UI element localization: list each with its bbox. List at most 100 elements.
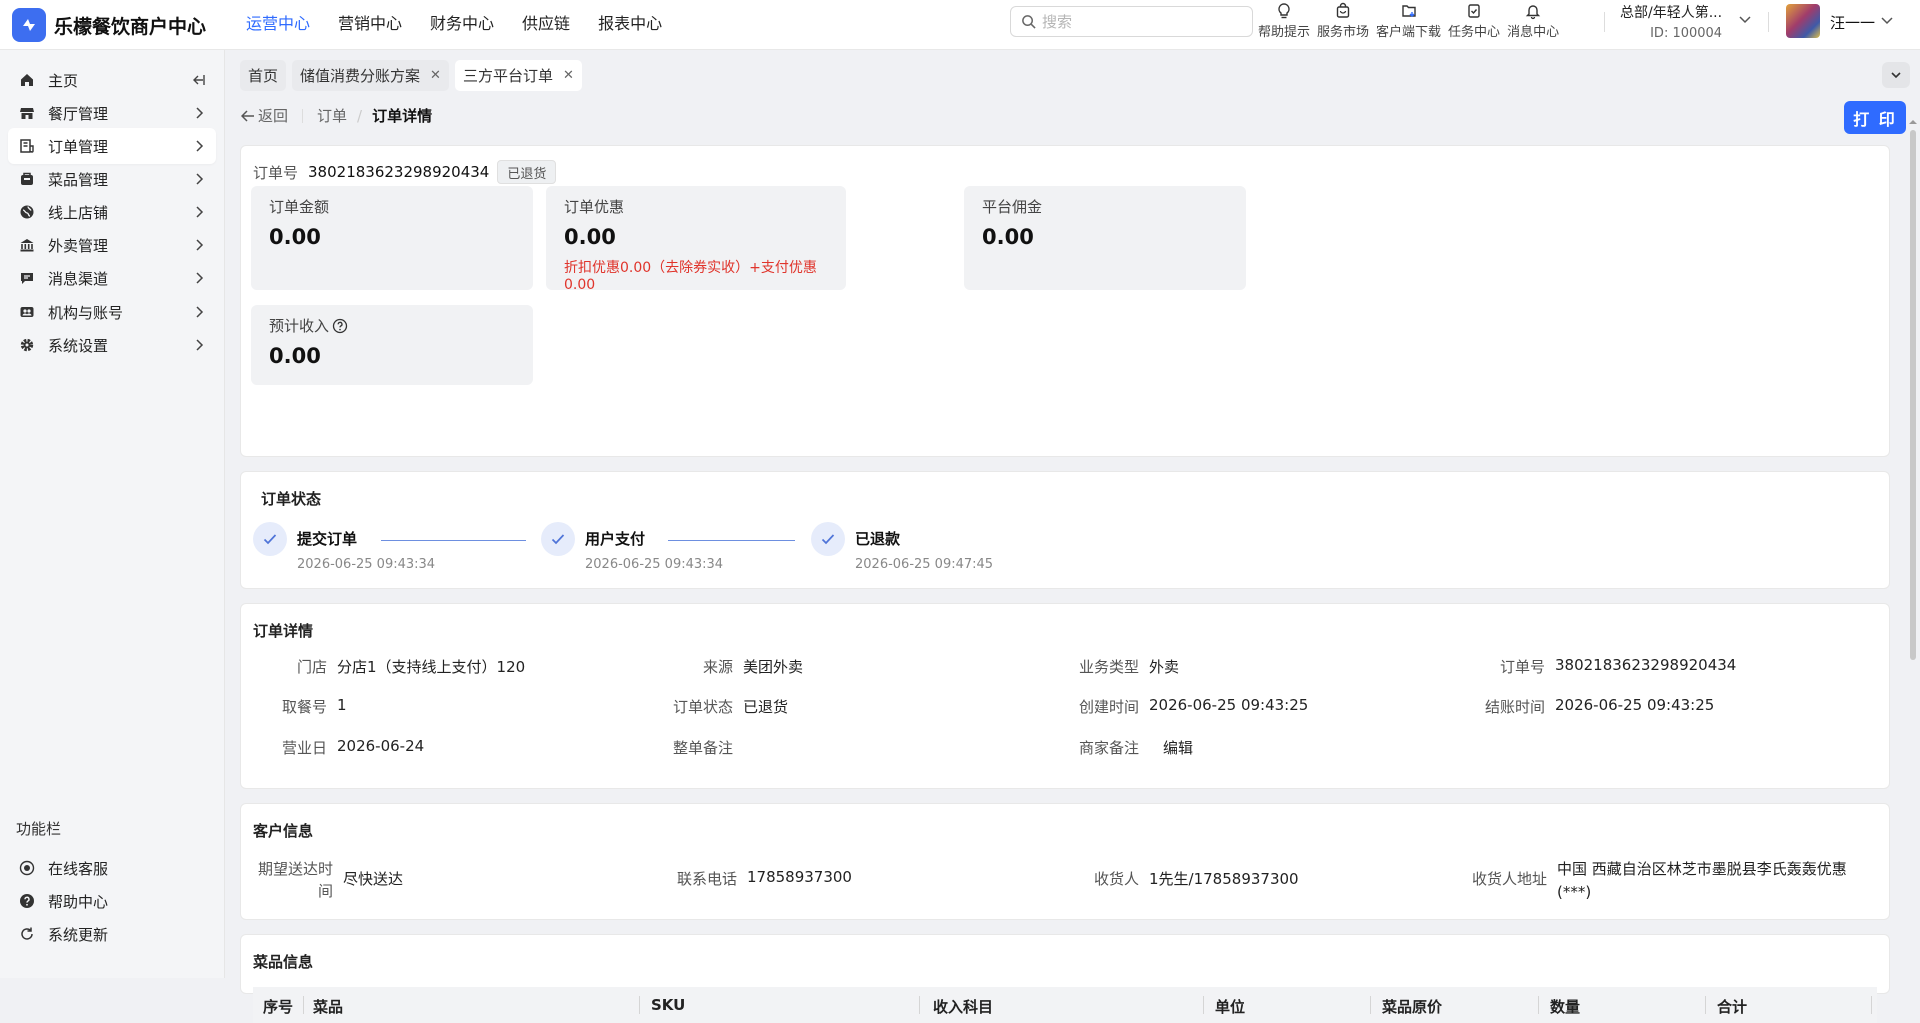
arrow-left-icon — [241, 109, 254, 122]
field-value: 2026-06-24 — [337, 737, 425, 755]
field-source: 来源 美团外卖 — [659, 656, 803, 677]
top-nav: 运营中心 营销中心 财务中心 供应链 报表中心 — [246, 0, 690, 44]
sidebar-item-settings[interactable]: 系统设置 — [8, 327, 216, 363]
sidebar-item-message-channel[interactable]: 消息渠道 — [8, 260, 216, 296]
column-divider — [1370, 996, 1371, 1014]
sidebar-item-org-accounts[interactable]: 机构与账号 — [8, 294, 216, 330]
stat-label: 订单金额 — [269, 198, 330, 216]
edit-remark-link[interactable]: 编辑 — [1163, 737, 1193, 758]
sidebar-item-online-service[interactable]: 在线客服 — [8, 850, 216, 886]
step-connector — [668, 540, 795, 541]
chevron-down-icon — [1891, 72, 1901, 79]
sidebar-item-label: 系统设置 — [48, 336, 109, 355]
nav-finance[interactable]: 财务中心 — [430, 10, 494, 34]
nav-reports[interactable]: 报表中心 — [598, 10, 662, 34]
nav-operations[interactable]: 运营中心 — [246, 10, 310, 34]
field-value: 中国 西藏自治区林芝市墨脱县李氏轰轰优惠(***) — [1557, 860, 1847, 901]
field-key: 门店 — [296, 658, 327, 676]
chevron-right-icon — [192, 204, 206, 224]
breadcrumb-separator: / — [357, 106, 363, 125]
tabs-dropdown-button[interactable] — [1882, 62, 1910, 88]
scroll-up-arrow-icon[interactable] — [1909, 118, 1917, 126]
field-value: 美团外卖 — [743, 658, 804, 676]
field-business-type: 业务类型 外卖 — [1065, 656, 1179, 677]
bell-icon — [1525, 5, 1541, 20]
order-number-row: 订单号 3802183623298920434 已退货 — [253, 160, 557, 184]
tab-third-party-orders[interactable]: 三方平台订单 ✕ — [454, 60, 582, 91]
field-key: 业务类型 — [1078, 658, 1139, 676]
user-name[interactable]: 汪一一 — [1830, 12, 1875, 33]
tool-service-market[interactable]: 服务市场 — [1317, 2, 1369, 40]
step-label: 已退款 — [855, 530, 901, 548]
section-title: 订单状态 — [261, 490, 322, 508]
nav-supply-chain[interactable]: 供应链 — [522, 10, 570, 34]
tool-help-tips[interactable]: 帮助提示 — [1258, 2, 1310, 40]
headset-icon — [18, 859, 36, 877]
sidebar-item-label: 机构与账号 — [48, 303, 124, 322]
sidebar-item-delivery[interactable]: 外卖管理 — [8, 227, 216, 263]
tool-client-download[interactable]: 客户端下载 — [1376, 2, 1441, 40]
step-refunded: 已退款 2026-06-25 09:47:45 — [811, 522, 993, 572]
search-box[interactable] — [1010, 6, 1253, 37]
collapse-sidebar-icon[interactable] — [190, 72, 206, 92]
sidebar-item-label: 订单管理 — [48, 137, 109, 156]
stat-label: 订单优惠 — [564, 198, 625, 216]
dish-table-header: 序号 菜品 SKU 收入科目 单位 菜品原价 数量 合计 — [253, 987, 1877, 1023]
divider — [302, 108, 304, 123]
sidebar-item-dishes[interactable]: 菜品管理 — [8, 161, 216, 197]
column-header: 序号 — [263, 998, 294, 1016]
stat-label-row: 预计收入 — [269, 315, 515, 336]
app-logo[interactable]: 乐檬餐饮商户中心 — [12, 8, 206, 42]
sidebar-item-online-store[interactable]: 线上店铺 — [8, 194, 216, 230]
column-header: 收入科目 — [933, 998, 994, 1016]
avatar[interactable] — [1786, 4, 1820, 38]
field-merchant-remark: 商家备注 编辑 — [1065, 737, 1193, 758]
tool-task-center[interactable]: 任务中心 — [1448, 2, 1500, 40]
back-link[interactable]: 返回 — [241, 105, 288, 126]
breadcrumb-parent[interactable]: 订单 — [317, 105, 347, 126]
refresh-icon — [18, 925, 36, 943]
tool-message-center[interactable]: 消息中心 — [1507, 2, 1559, 40]
chevron-right-icon — [192, 304, 206, 324]
chevron-down-icon[interactable] — [1880, 13, 1894, 27]
tab-home[interactable]: 首页 — [240, 60, 287, 91]
logo-icon — [12, 8, 46, 42]
print-button[interactable]: 打 印 — [1844, 101, 1906, 134]
column-divider — [303, 996, 304, 1014]
close-icon[interactable]: ✕ — [430, 68, 441, 83]
store-icon — [18, 104, 36, 122]
sidebar-item-home[interactable]: 主页 — [8, 62, 216, 98]
field-key: 取餐号 — [281, 698, 327, 716]
order-detail-card: 订单详情 门店 分店1（支持线上支付）120 来源 美团外卖 业务类型 外卖 订单号 3… — [240, 603, 1890, 789]
sidebar-item-label: 消息渠道 — [48, 269, 109, 288]
search-icon — [1022, 15, 1036, 29]
main-scrollbar[interactable] — [1908, 118, 1918, 978]
nav-marketing[interactable]: 营销中心 — [338, 10, 402, 34]
breadcrumb: 返回 订单 / 订单详情 — [241, 105, 432, 126]
stat-label: 平台佣金 — [982, 198, 1043, 216]
tab-stored-value-split[interactable]: 储值消费分账方案 ✕ — [292, 60, 449, 91]
sidebar-item-orders[interactable]: 订单管理 — [8, 128, 216, 164]
search-input[interactable] — [1042, 12, 1232, 31]
sidebar-item-restaurant[interactable]: 餐厅管理 — [8, 95, 216, 131]
scrollbar-thumb[interactable] — [1910, 130, 1916, 660]
field-value: 外卖 — [1149, 658, 1180, 676]
org-switcher[interactable]: 总部/年轻人第... ID: 100004 — [1620, 2, 1722, 41]
close-icon[interactable]: ✕ — [563, 68, 574, 83]
sidebar-item-label: 帮助中心 — [48, 892, 109, 911]
field-receiver-address: 收货人地址 中国 西藏自治区林芝市墨脱县李氏轰轰优惠(***) — [1471, 858, 1867, 904]
step-label: 提交订单 — [297, 530, 358, 548]
chevron-down-icon[interactable] — [1738, 12, 1752, 26]
tool-label: 任务中心 — [1448, 25, 1501, 40]
field-value: 2026-06-25 09:43:25 — [1149, 696, 1309, 714]
question-circle-icon[interactable] — [332, 318, 348, 334]
order-summary-card: 订单号 3802183623298920434 已退货 订单金额 0.00 订单… — [240, 145, 1890, 457]
sidebar-item-system-update[interactable]: 系统更新 — [8, 916, 216, 952]
step-time: 2026-06-25 09:43:34 — [297, 557, 436, 572]
sidebar-item-help-center[interactable]: 帮助中心 — [8, 883, 216, 919]
order-number-label: 订单号 — [253, 163, 299, 182]
divider — [1604, 12, 1605, 32]
order-status-card: 订单状态 提交订单 2026-06-25 09:43:34 用户支付 2026-06… — [240, 471, 1890, 589]
field-receiver: 收货人 1先生/17858937300 — [1065, 868, 1299, 889]
chevron-right-icon — [192, 337, 206, 357]
